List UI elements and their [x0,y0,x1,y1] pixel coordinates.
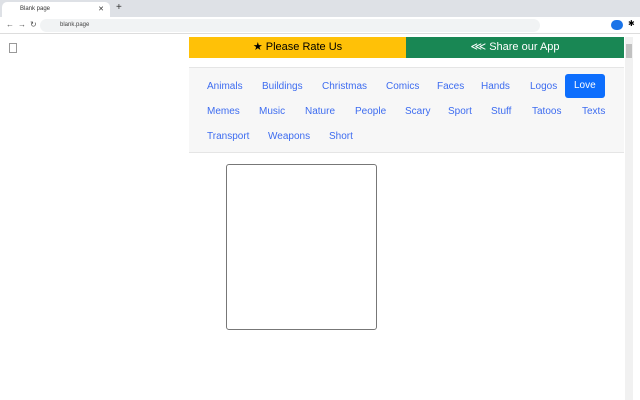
category-tatoos[interactable]: Tatoos [532,103,561,121]
category-music[interactable]: Music [259,103,285,121]
category-people[interactable]: People [355,103,386,121]
category-sport[interactable]: Sport [448,103,472,121]
reload-icon[interactable]: ↻ [30,20,37,29]
category-nature[interactable]: Nature [305,103,335,121]
browser-tab[interactable]: Blank page ✕ [2,2,110,17]
category-faces[interactable]: Faces [437,78,464,96]
page-icon [9,43,17,53]
art-card-text-heart[interactable] [226,164,377,330]
forward-icon[interactable]: → [18,20,26,29]
tab-title: Blank page [20,6,51,12]
text-art [227,165,376,173]
address-bar: ← → ↻ blank.page ✱ [0,17,640,34]
category-memes[interactable]: Memes [207,103,240,121]
category-buildings[interactable]: Buildings [262,78,303,96]
share-button[interactable]: ⋘ Share our App [406,37,624,58]
scrollbar-thumb[interactable] [626,44,632,58]
puzzle-icon[interactable]: ✱ [628,19,635,28]
category-scary[interactable]: Scary [405,103,431,121]
tab-bar: Blank page ✕ + [0,0,640,17]
new-tab-icon[interactable]: + [116,2,122,13]
star-icon: ★ [252,41,263,53]
share-icon: ⋘ [470,41,487,53]
category-christmas[interactable]: Christmas [322,78,367,96]
category-comics[interactable]: Comics [386,78,419,96]
category-transport[interactable]: Transport [207,128,249,146]
url-input[interactable]: blank.page [40,19,540,32]
category-short[interactable]: Short [329,128,353,146]
share-label: Share our App [489,41,560,53]
category-logos[interactable]: Logos [530,78,557,96]
category-love[interactable]: Love [565,74,605,98]
category-hands[interactable]: Hands [481,78,510,96]
category-animals[interactable]: Animals [207,78,243,96]
extension-icon[interactable] [611,20,623,30]
category-texts[interactable]: Texts [582,103,605,121]
back-icon[interactable]: ← [6,20,14,29]
rate-label: Please Rate Us [265,41,343,53]
category-weapons[interactable]: Weapons [268,128,310,146]
rate-button[interactable]: ★ Please Rate Us [189,37,406,58]
url-text: blank.page [60,22,90,28]
close-icon[interactable]: ✕ [98,5,104,13]
category-nav: Animals Buildings Christmas Comics Faces… [189,67,624,153]
scrollbar[interactable] [625,37,633,400]
category-stuff[interactable]: Stuff [491,103,511,121]
